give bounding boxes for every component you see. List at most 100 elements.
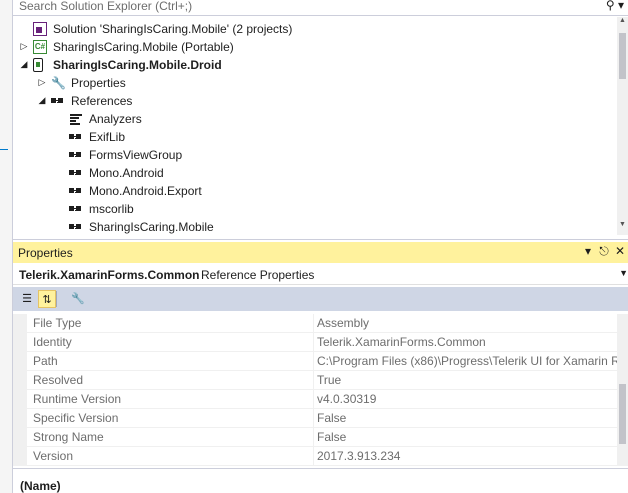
tree-item-label: mscorlib [89,202,134,216]
property-value[interactable]: False [317,430,617,444]
properties-title: Properties [18,246,73,260]
description-name: (Name) [20,479,61,493]
android-project-icon [33,58,43,72]
reference-icon [69,130,85,144]
tree-item[interactable]: ▷ 🔧 Properties [13,74,617,92]
alphabetical-sort-icon[interactable]: ⇅ [38,290,56,308]
toolbar-separator [56,291,57,307]
property-grid-gutter [13,314,27,466]
column-divider[interactable] [313,333,314,352]
property-value[interactable]: v4.0.30319 [317,392,617,406]
property-name: Path [33,354,58,368]
tree-item-label: SharingIsCaring.Mobile.Droid [53,58,222,72]
reference-icon [69,220,85,234]
tree-item[interactable]: FormsViewGroup [13,146,617,164]
object-type: Reference Properties [201,268,315,282]
scrollbar-thumb[interactable] [619,33,626,79]
analyzers-icon [69,112,83,126]
scroll-down-arrow-icon[interactable]: ▼ [618,221,627,228]
property-grid: File Type Assembly Identity Telerik.Xamarin… [13,314,617,466]
property-value[interactable]: False [317,411,617,425]
tree-item[interactable]: Mono.Android.Export [13,182,617,200]
search-input[interactable]: Search Solution Explorer (Ctrl+;) [19,0,192,13]
properties-title-bar[interactable]: Properties ▾ ⎋ ✕ [13,242,628,263]
tree-item-label: ExifLib [89,130,126,144]
property-name: Version [33,449,74,463]
scroll-up-arrow-icon[interactable]: ▲ [618,17,627,24]
tree-item-label: References [71,94,133,108]
tree-item[interactable]: mscorlib [13,200,617,218]
close-icon[interactable]: ✕ [612,244,628,258]
column-divider[interactable] [313,371,314,390]
solution-icon [33,22,47,36]
property-row[interactable]: Resolved True [27,371,617,390]
property-row[interactable]: Runtime Version v4.0.30319 [27,390,617,409]
tree-item[interactable]: ExifLib [13,128,617,146]
dock-marker [0,149,8,150]
categorized-icon[interactable]: ☰ [18,290,36,308]
pin-icon[interactable]: ⎋ [596,244,612,259]
tree-item[interactable]: Analyzers [13,110,617,128]
tree-item-label: SharingIsCaring.Mobile [89,220,214,234]
tree-item[interactable]: SharingIsCaring.Mobile [13,218,617,234]
property-value[interactable]: C:\Program Files (x86)\Progress\Telerik … [317,354,617,368]
property-grid-scrollbar[interactable] [617,314,628,466]
description-pane: (Name) [13,468,628,493]
property-name: Strong Name [33,430,104,444]
scrollbar-thumb[interactable] [619,384,626,444]
search-icon[interactable]: ⚲ ▾ [606,0,624,12]
collapsed-arrow-icon[interactable]: ▷ [37,76,47,88]
column-divider[interactable] [313,390,314,409]
property-value[interactable]: True [317,373,617,387]
column-divider[interactable] [313,409,314,428]
property-name: File Type [33,316,82,330]
expanded-arrow-icon[interactable]: ◢ [37,94,47,106]
property-row[interactable]: Identity Telerik.XamarinForms.Common [27,333,617,352]
chevron-down-icon[interactable]: ▼ [619,268,628,278]
tree-item-label: FormsViewGroup [89,148,183,162]
property-pages-icon[interactable]: 🔧 [69,290,87,308]
tree-item-label: Mono.Android [89,166,164,180]
expanded-arrow-icon[interactable]: ◢ [19,58,29,70]
property-row[interactable]: Strong Name False [27,428,617,447]
csharp-project-icon: C# [33,40,47,54]
tree-item-label: Mono.Android.Export [89,184,202,198]
property-value[interactable]: Telerik.XamarinForms.Common [317,335,617,349]
column-divider[interactable] [313,352,314,371]
tree-item[interactable]: Mono.Android [13,164,617,182]
property-name: Identity [33,335,72,349]
property-value[interactable]: Assembly [317,316,617,330]
property-row[interactable]: Specific Version False [27,409,617,428]
solution-explorer-scrollbar[interactable]: ▲ ▼ [617,17,628,235]
reference-icon [69,202,85,216]
property-row[interactable]: Version 2017.3.913.234 [27,447,617,466]
tree-item[interactable]: ◢ SharingIsCaring.Mobile.Droid [13,56,617,74]
property-name: Specific Version [33,411,119,425]
tree-item[interactable]: ▷ C# SharingIsCaring.Mobile (Portable) [13,38,617,56]
tree-item[interactable]: ◢ References [13,92,617,110]
tree-item[interactable]: Solution 'SharingIsCaring.Mobile' (2 pro… [13,20,617,38]
collapsed-arrow-icon[interactable]: ▷ [19,40,29,52]
references-icon [51,94,67,108]
left-dock-gutter [0,0,13,493]
property-value[interactable]: 2017.3.913.234 [317,449,617,463]
tree-item-label: Properties [71,76,126,90]
reference-icon [69,148,85,162]
reference-icon [69,184,85,198]
property-name: Resolved [33,373,84,387]
column-divider[interactable] [313,428,314,447]
column-divider[interactable] [313,447,314,466]
property-name: Runtime Version [33,392,122,406]
properties-toolbar: ☰ ⇅ 🔧 [13,287,628,311]
properties-window: Properties ▾ ⎋ ✕ Telerik.XamarinForms.Comm… [13,239,628,493]
tree-item-label: Analyzers [89,112,142,126]
object-selector[interactable]: Telerik.XamarinForms.Common Reference Pr… [13,265,628,285]
solution-explorer-search[interactable]: Search Solution Explorer (Ctrl+;) ⚲ ▾ [13,0,628,16]
column-divider[interactable] [313,314,314,333]
wrench-icon: 🔧 [51,76,66,90]
property-row[interactable]: Path C:\Program Files (x86)\Progress\Tele… [27,352,617,371]
property-row[interactable]: File Type Assembly [27,314,617,333]
tree-item-label: Solution 'SharingIsCaring.Mobile' (2 pro… [53,22,293,36]
window-position-dropdown-icon[interactable]: ▾ [580,244,596,258]
solution-tree: Solution 'SharingIsCaring.Mobile' (2 pro… [13,20,617,234]
